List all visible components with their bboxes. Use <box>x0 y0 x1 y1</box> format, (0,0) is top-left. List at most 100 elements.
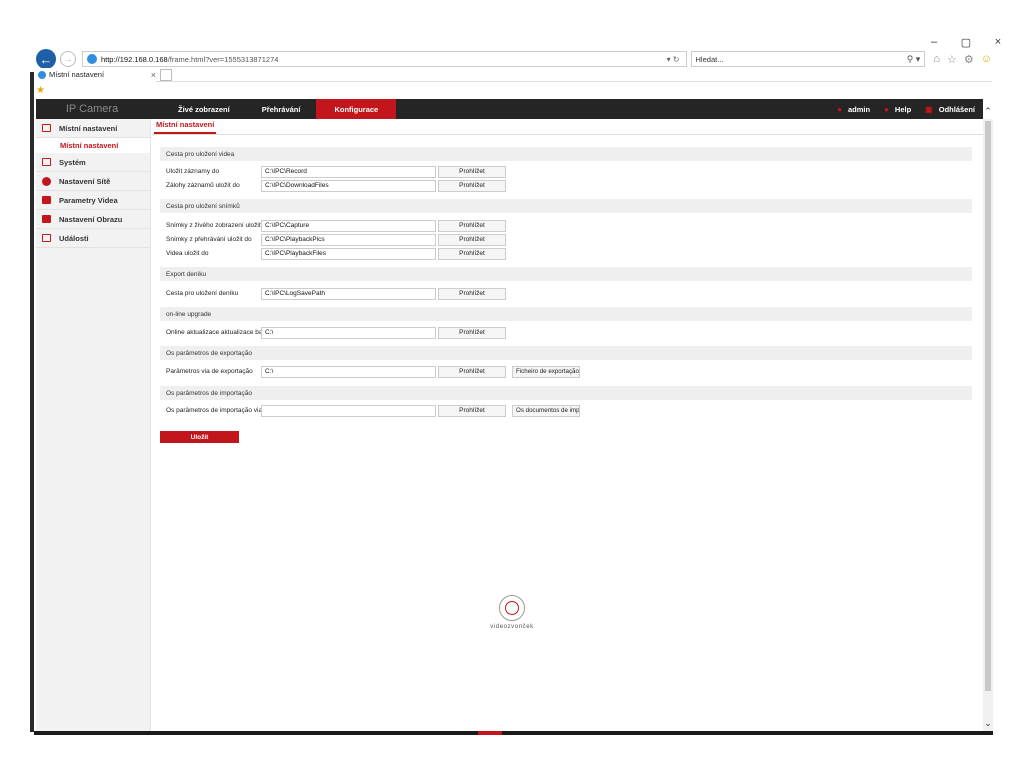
form-row: Online aktualizace aktualizace balí... C… <box>166 326 506 339</box>
sidebar-item-label: Nastavení Sítě <box>59 176 111 186</box>
sidebar-subitem-local-settings[interactable]: Místní nastavení <box>36 138 150 153</box>
star-icon[interactable]: ☆ <box>947 53 957 66</box>
header-user-area: ● admin ● Help ▣ Odhlášení <box>837 105 983 114</box>
favorites-star-icon[interactable]: ★ <box>36 85 45 96</box>
path-input[interactable]: C:\IPC\Capture <box>261 219 436 232</box>
home-icon[interactable]: ⌂ <box>933 53 940 66</box>
import-file-button[interactable]: Os documentos de importação <box>512 404 580 417</box>
browse-button[interactable]: Prohlížet <box>438 365 506 378</box>
sidebar-item-network[interactable]: Nastavení Sítě <box>36 172 150 191</box>
form-row: Snímky z živého zobrazení uložit do C:\I… <box>166 219 506 232</box>
form-row: Cesta pro uložení deníku C:\IPC\LogSaveP… <box>166 287 506 300</box>
sidebar-item-local-settings[interactable]: Místní nastavení <box>36 119 150 138</box>
field-label: Videa uložit do <box>166 250 209 257</box>
browse-button[interactable]: Prohlížet <box>438 219 506 232</box>
browse-button[interactable]: Prohlížet <box>438 247 506 260</box>
tab-favicon-icon <box>38 70 46 79</box>
tab-local-settings-active[interactable]: Místní nastavení <box>154 120 217 134</box>
path-input[interactable]: C:\IPC\LogSavePath <box>261 287 436 300</box>
browse-button[interactable]: Prohlížet <box>438 233 506 246</box>
help-link[interactable]: Help <box>895 105 911 114</box>
scroll-down-arrow-icon[interactable]: ⌄ <box>983 718 993 729</box>
smiley-icon[interactable]: ☺ <box>981 53 992 66</box>
form-row: Snímky z přehrávání uložit do C:\IPC\Pla… <box>166 233 506 246</box>
field-label: Uložit záznamy do <box>166 168 220 175</box>
search-input[interactable]: Hledat... ⚲ ▾ <box>690 51 926 67</box>
form-row: Parâmetros via de exportação C:\ Prohlíž… <box>166 365 580 378</box>
browse-button[interactable]: Prohlížet <box>438 179 506 192</box>
field-label: Zálohy záznamů uložit do <box>166 182 240 189</box>
field-label: Os parâmetros de importação via <box>166 407 261 414</box>
username: admin <box>847 104 871 114</box>
browse-button[interactable]: Prohlížet <box>438 404 506 417</box>
back-arrow-icon[interactable]: ← <box>36 49 56 69</box>
section-video-path: Cesta pro uložení videa <box>160 147 972 161</box>
section-log-export: Export deníku <box>160 267 972 281</box>
sidebar-item-label: Události <box>59 233 89 243</box>
form-row: Os parâmetros de importação via Prohlíže… <box>166 404 580 417</box>
path-input[interactable] <box>261 404 436 417</box>
forward-arrow-icon[interactable]: → <box>59 51 76 67</box>
new-tab-button[interactable] <box>160 68 172 81</box>
monitor-icon <box>42 124 51 132</box>
section-import-params: Os parâmetros de importação <box>160 386 972 400</box>
image-icon <box>42 215 51 223</box>
scrollbar-thumb[interactable] <box>985 121 991 691</box>
section-snapshot-path: Cesta pro uložení snímků <box>160 199 972 213</box>
search-placeholder: Hledat... <box>695 54 724 64</box>
video-icon <box>42 196 51 204</box>
window-controls: – ▢ × <box>928 36 1004 49</box>
field-label: Parâmetros via de exportação <box>166 368 253 375</box>
refresh-icon[interactable]: ▾ ↻ <box>667 55 680 64</box>
path-input[interactable]: C:\IPC\PlaybackFiles <box>261 247 436 260</box>
form-row: Uložit záznamy do C:\IPC\Record Prohlíže… <box>166 165 506 178</box>
path-input[interactable]: C:\IPC\Record <box>261 165 436 178</box>
favorites-bar: ★ <box>36 83 45 97</box>
sidebar-item-events[interactable]: Události <box>36 229 150 248</box>
tab-title: Místní nastavení <box>49 70 105 79</box>
close-window-button[interactable]: × <box>992 36 1004 49</box>
tab-local-settings[interactable]: Místní nastavení × <box>36 67 156 82</box>
path-input[interactable]: C:\ <box>261 326 436 339</box>
browse-button[interactable]: Prohlížet <box>438 326 506 339</box>
logout-icon: ▣ <box>925 104 933 114</box>
user-icon: ● <box>837 104 842 114</box>
save-button[interactable]: Uložit <box>160 431 239 443</box>
app-logo: IP Camera <box>65 103 119 115</box>
section-export-params: Os parâmetros de exportação <box>160 346 972 360</box>
background-window-edge <box>0 0 34 768</box>
browser-window: – ▢ × ← → http://192.168.0.168 /frame.ht… <box>0 0 1024 768</box>
minimize-button[interactable]: – <box>928 36 940 49</box>
search-icon[interactable]: ⚲ ▾ <box>907 54 921 65</box>
sidebar-item-label: Parametry Videa <box>59 195 118 205</box>
system-icon <box>42 158 51 166</box>
maximize-button[interactable]: ▢ <box>960 36 972 49</box>
sidebar-item-label: Místní nastavení <box>59 123 118 133</box>
sidebar-item-system[interactable]: Systém <box>36 153 150 172</box>
field-label: Snímky z živého zobrazení uložit do <box>166 222 261 229</box>
main-content: Místní nastavení Cesta pro uložení videa… <box>152 119 983 731</box>
browse-button[interactable]: Prohlížet <box>438 287 506 300</box>
watermark-text: videozvonček <box>490 624 534 630</box>
help-icon: ● <box>884 104 889 114</box>
sidebar: Místní nastavení Místní nastavení Systém… <box>36 119 151 731</box>
path-input[interactable]: C:\ <box>261 365 436 378</box>
sidebar-item-video-params[interactable]: Parametry Videa <box>36 191 150 210</box>
sidebar-item-image-settings[interactable]: Nastavení Obrazu <box>36 210 150 229</box>
gear-icon[interactable]: ⚙ <box>964 53 974 66</box>
vertical-scrollbar[interactable]: ⌄ <box>983 119 993 731</box>
path-input[interactable]: C:\IPC\DownloadFiles <box>261 179 436 192</box>
tab-close-icon[interactable]: × <box>151 70 156 80</box>
scroll-up-arrow-icon[interactable]: ⌃ <box>983 106 993 118</box>
browse-button[interactable]: Prohlížet <box>438 165 506 178</box>
path-input[interactable]: C:\IPC\PlaybackPics <box>261 233 436 246</box>
network-icon <box>42 176 51 186</box>
nav-live-view[interactable]: Živé zobrazení <box>162 99 246 119</box>
logout-link[interactable]: Odhlášení <box>939 105 975 114</box>
nav-configuration[interactable]: Konfigurace <box>316 99 397 119</box>
sidebar-item-label: Nastavení Obrazu <box>59 214 123 224</box>
sidebar-item-label: Systém <box>59 157 86 167</box>
address-bar[interactable]: http://192.168.0.168 /frame.html?ver=155… <box>81 51 687 67</box>
nav-playback[interactable]: Přehrávání <box>246 99 317 119</box>
export-file-button[interactable]: Ficheiro de exportação <box>512 365 580 378</box>
